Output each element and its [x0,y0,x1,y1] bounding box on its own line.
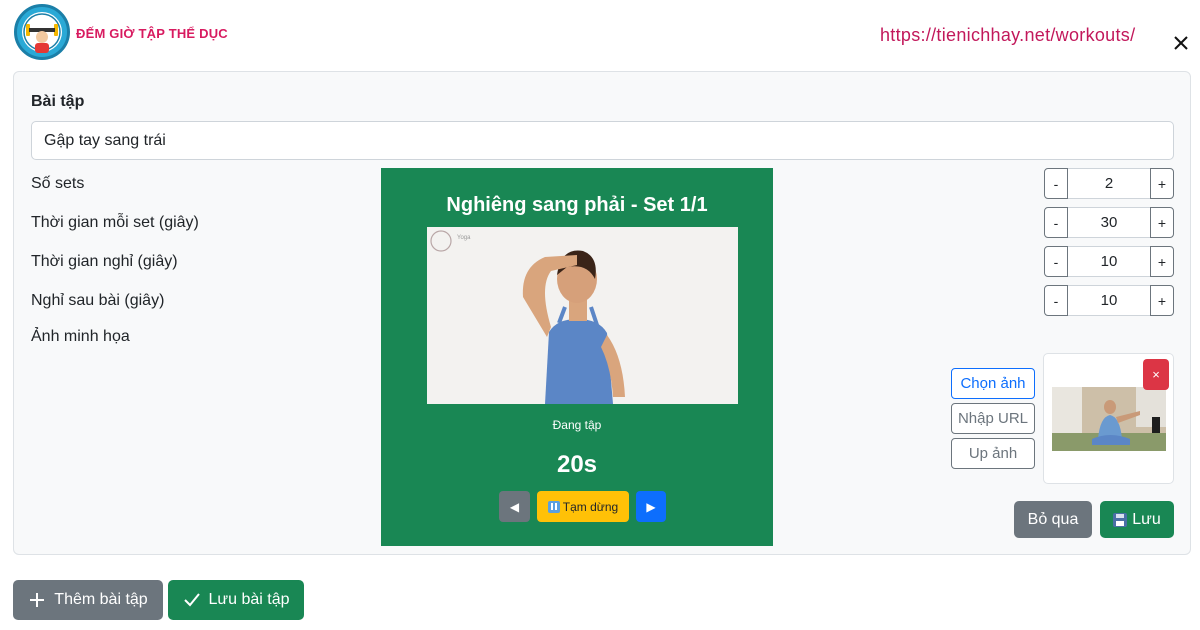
add-exercise-button[interactable]: Thêm bài tập [13,580,163,620]
timer-dumbbell-logo [14,4,70,60]
preview-title: Nghiêng sang phải - Set 1/1 [446,194,708,216]
rest-after-label: Nghỉ sau bài (giây) [31,292,165,309]
rest-decrement-button[interactable]: - [1044,246,1068,277]
site-url[interactable]: https://tienichhay.net/workouts/ [880,25,1135,46]
pause-button[interactable]: Tạm dừng [537,491,629,522]
pause-label: Tạm dừng [562,499,619,514]
upload-image-button[interactable]: Up ảnh [951,438,1035,469]
rest-after-value[interactable]: 10 [1068,285,1150,316]
pause-icon [547,500,560,513]
image-watermark: Yoga [457,235,471,241]
thumbnail-image [1052,387,1166,451]
delete-image-button[interactable]: × [1143,359,1169,390]
rest-value[interactable]: 10 [1068,246,1150,277]
save-label: Lưu [1132,510,1161,528]
exercise-image: Yoga [427,227,738,404]
previous-button[interactable]: ◀ [499,491,530,522]
save-exercises-button[interactable]: Lưu bài tập [168,580,304,620]
choose-image-button[interactable]: Chọn ảnh [951,368,1035,399]
rest-after-increment-button[interactable]: + [1150,285,1174,316]
sets-label: Số sets [31,175,85,192]
workout-preview: Nghiêng sang phải - Set 1/1 Yoga Đang tậ… [381,168,773,546]
rest-label: Thời gian nghỉ (giây) [31,253,178,270]
image-thumbnail-box: × [1043,353,1174,484]
set-time-value[interactable]: 30 [1068,207,1150,238]
skip-button[interactable]: Bỏ qua [1014,501,1092,538]
countdown-timer: 20s [556,451,598,478]
sets-increment-button[interactable]: + [1150,168,1174,199]
exercise-editor-card: Bài tập Số sets Thời gian mỗi set (giây)… [13,71,1191,555]
check-icon [183,593,200,607]
set-time-increment-button[interactable]: + [1150,207,1174,238]
rest-after-stepper: - 10 + [1044,285,1174,316]
rest-increment-button[interactable]: + [1150,246,1174,277]
save-exercises-label: Lưu bài tập [208,591,290,608]
set-time-stepper: - 30 + [1044,207,1174,238]
previous-icon: ◀ [509,499,520,514]
image-label: Ảnh minh họa [31,328,130,345]
plus-icon [30,593,45,607]
rest-stepper: - 10 + [1044,246,1174,277]
sets-value[interactable]: 2 [1068,168,1150,199]
exercise-label: Bài tập [31,93,85,110]
add-exercise-label: Thêm bài tập [54,591,148,608]
exercise-name-input[interactable] [31,121,1174,160]
next-icon: ▶ [646,499,656,514]
set-time-label: Thời gian mỗi set (giây) [31,214,199,231]
floppy-disk-icon [1113,512,1128,527]
set-time-decrement-button[interactable]: - [1044,207,1068,238]
save-button[interactable]: Lưu [1100,501,1174,538]
sets-stepper: - 2 + [1044,168,1174,199]
brand-title: ĐẾM GIỜ TẬP THỂ DỤC [76,26,228,41]
close-icon[interactable] [1170,32,1192,54]
next-button[interactable]: ▶ [636,491,666,522]
rest-after-decrement-button[interactable]: - [1044,285,1068,316]
preview-status: Đang tập [552,418,602,432]
enter-url-button[interactable]: Nhập URL [951,403,1035,434]
sets-decrement-button[interactable]: - [1044,168,1068,199]
